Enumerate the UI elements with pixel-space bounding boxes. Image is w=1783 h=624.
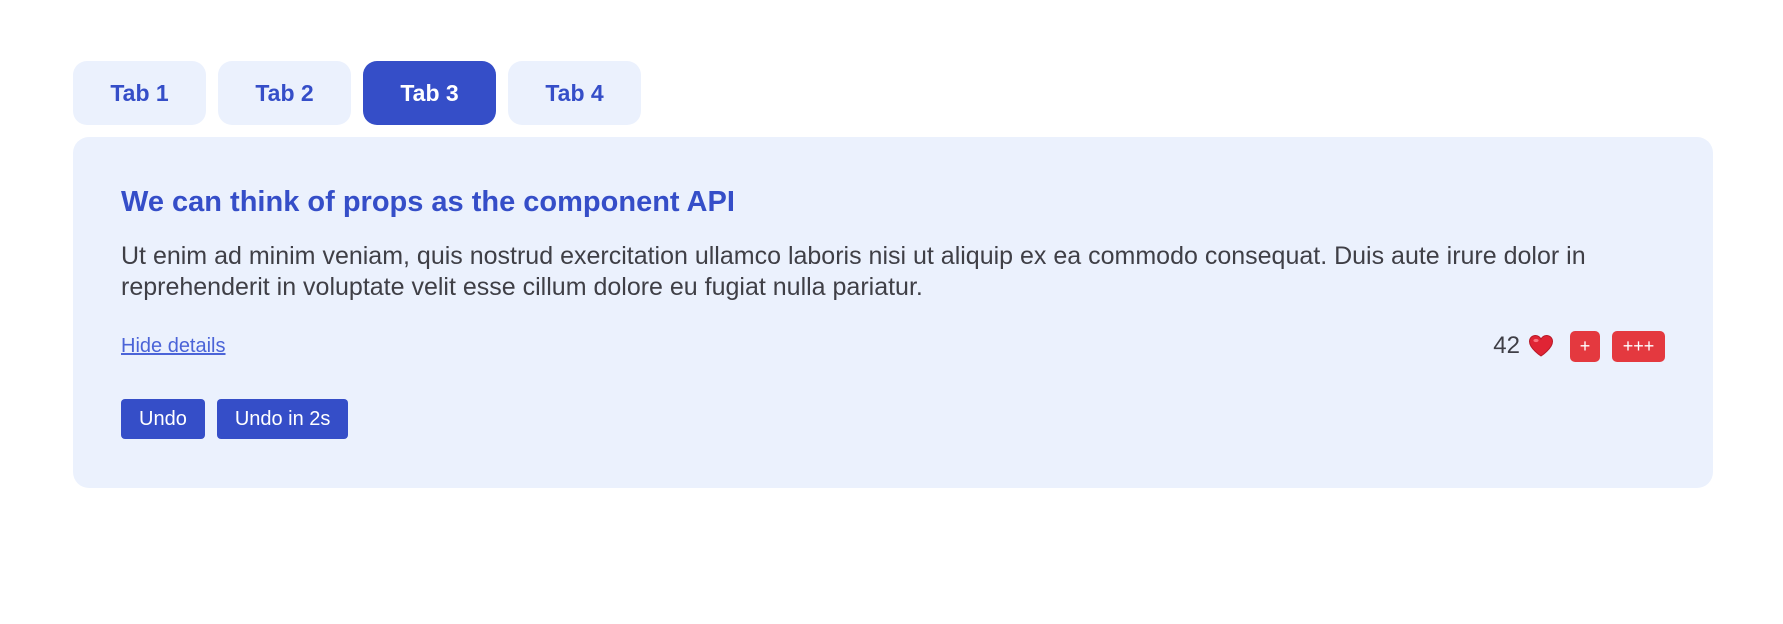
tab-4[interactable]: Tab 4: [508, 61, 641, 125]
like-count: 42: [1493, 332, 1520, 359]
panel-title: We can think of props as the component A…: [121, 186, 735, 218]
undo-actions: Undo Undo in 2s: [121, 399, 349, 439]
panel-body-text: Ut enim ad minim veniam, quis nostrud ex…: [121, 242, 1586, 301]
meta-row: Hide details 42 + +++: [121, 330, 1665, 362]
like-plus-button[interactable]: +: [1570, 330, 1600, 362]
undo-delayed-button[interactable]: Undo in 2s: [216, 399, 349, 439]
tab-3[interactable]: Tab 3: [363, 61, 496, 125]
undo-button[interactable]: Undo: [121, 399, 205, 439]
tab-bar: Tab 1 Tab 2 Tab 3 Tab 4: [73, 61, 641, 125]
like-plus-three-button[interactable]: +++: [1612, 330, 1665, 362]
heart-icon: [1528, 334, 1554, 358]
likes-widget: 42 + +++: [1493, 330, 1665, 362]
app-root: Tab 1 Tab 2 Tab 3 Tab 4 We can think of …: [0, 0, 1783, 624]
tab-panel: We can think of props as the component A…: [73, 137, 1713, 488]
tab-1[interactable]: Tab 1: [73, 61, 206, 125]
hide-details-link[interactable]: Hide details: [121, 335, 226, 358]
tab-2[interactable]: Tab 2: [218, 61, 351, 125]
